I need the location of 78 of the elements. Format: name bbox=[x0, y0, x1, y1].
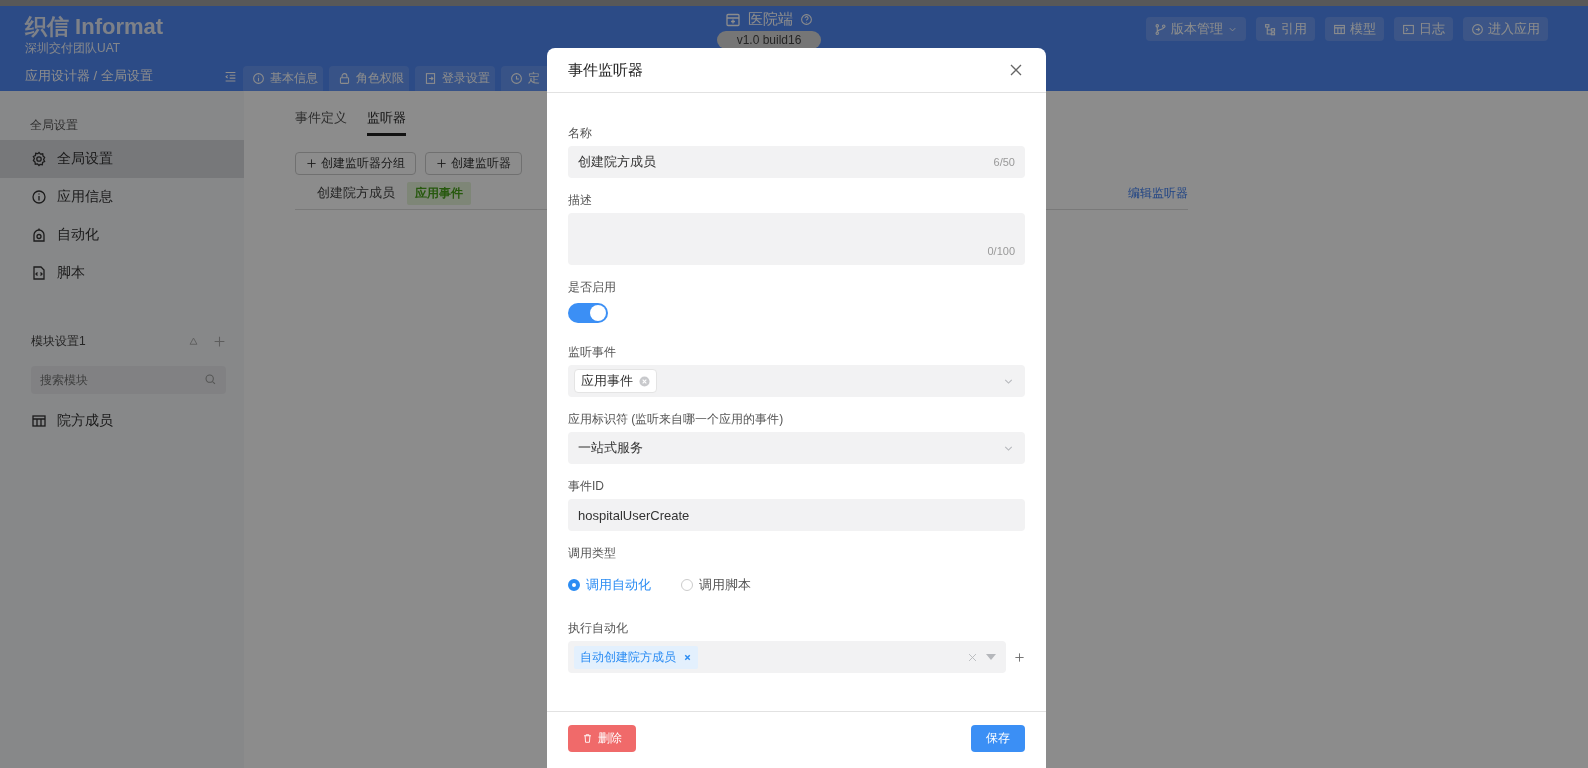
sidebar-item[interactable]: 自动化 bbox=[0, 216, 244, 254]
radio-option[interactable]: 调用脚本 bbox=[681, 576, 751, 594]
multi-select-field[interactable]: 自动创建院方成员 bbox=[568, 641, 1006, 673]
plus-icon bbox=[436, 158, 447, 169]
field-label: 事件ID bbox=[568, 478, 605, 495]
login-icon bbox=[424, 72, 437, 85]
radio-option[interactable]: 调用自动化 bbox=[568, 576, 651, 594]
sidebar-item[interactable]: 全局设置 bbox=[0, 140, 244, 178]
add-icon bbox=[213, 334, 226, 348]
tree-icon bbox=[1264, 22, 1277, 36]
select-field[interactable]: 一站式服务 bbox=[568, 432, 1025, 464]
field-label: 是否启用 bbox=[568, 279, 617, 296]
char-counter: 6/50 bbox=[993, 156, 1015, 168]
listener-name: 创建院方成员 bbox=[317, 184, 395, 202]
section-title: 全局设置 bbox=[29, 117, 79, 134]
radio-button[interactable] bbox=[681, 579, 693, 591]
help-icon bbox=[800, 13, 813, 26]
content-tab[interactable]: 监听器 bbox=[367, 105, 406, 136]
clear-icon bbox=[967, 651, 978, 663]
selected-tag: 应用事件 bbox=[574, 369, 657, 393]
close-icon bbox=[1008, 62, 1024, 78]
field-label: 描述 bbox=[568, 192, 593, 209]
remove-icon[interactable] bbox=[639, 375, 650, 387]
trash-icon bbox=[582, 732, 593, 744]
create-button[interactable]: 创建监听器分组 bbox=[295, 152, 416, 175]
create-button[interactable]: 创建监听器 bbox=[425, 152, 522, 175]
table-icon bbox=[1333, 22, 1346, 36]
terminal-icon bbox=[1402, 22, 1415, 36]
module-group-title: 模块设置1 bbox=[31, 332, 86, 350]
field-label: 监听事件 bbox=[568, 344, 617, 361]
sidebar-item[interactable]: 脚本 bbox=[0, 254, 244, 292]
info-icon bbox=[252, 72, 265, 85]
field-label: 名称 bbox=[568, 125, 593, 142]
content-tab[interactable]: 事件定义 bbox=[295, 105, 347, 136]
sidebar-item[interactable]: 应用信息 bbox=[0, 178, 244, 216]
app-name: 医院端 bbox=[748, 10, 793, 29]
plus-icon bbox=[306, 158, 317, 169]
module-item[interactable]: 院方成员 bbox=[0, 402, 244, 440]
search-icon bbox=[204, 373, 217, 386]
collapse-icon[interactable] bbox=[224, 69, 237, 83]
enter-icon bbox=[1471, 22, 1484, 36]
logo-text: 织信 Informat bbox=[25, 14, 165, 40]
caret-icon bbox=[986, 654, 996, 660]
search-field[interactable]: 搜索模块 bbox=[31, 366, 226, 394]
branch-icon bbox=[1154, 22, 1167, 36]
box-icon bbox=[725, 11, 741, 28]
gear-icon bbox=[31, 151, 47, 167]
clock-icon bbox=[510, 72, 523, 85]
input-field[interactable]: hospitalUserCreate bbox=[568, 499, 1025, 531]
delete-button[interactable]: 删除 bbox=[568, 724, 636, 752]
toggle-switch[interactable] bbox=[568, 303, 608, 323]
table-icon bbox=[31, 413, 47, 429]
field-value: 一站式服务 bbox=[578, 439, 643, 457]
script-icon bbox=[31, 265, 47, 281]
field-label: 应用标识符 (监听来自哪一个应用的事件) bbox=[568, 411, 785, 428]
save-button[interactable]: 保存 bbox=[971, 724, 1025, 752]
edit-link[interactable]: 编辑监听器 bbox=[1128, 184, 1188, 202]
version-badge: v1.0 build16 bbox=[716, 31, 822, 49]
textarea-field[interactable]: 0/100 bbox=[568, 213, 1025, 265]
select-field[interactable]: 应用事件 bbox=[568, 365, 1025, 397]
robot-icon bbox=[31, 227, 47, 243]
info-icon bbox=[31, 189, 47, 205]
char-counter: 0/100 bbox=[987, 245, 1015, 257]
field-value: 创建院方成员 bbox=[578, 153, 657, 171]
lock-icon bbox=[338, 72, 351, 85]
selected-tag: 自动创建院方成员 bbox=[574, 645, 698, 669]
field-label: 调用类型 bbox=[568, 545, 617, 562]
team-name: 深圳交付团队UAT bbox=[25, 40, 122, 57]
field-label: 执行自动化 bbox=[568, 620, 629, 637]
triangle-icon bbox=[188, 335, 199, 347]
radio-button[interactable] bbox=[568, 579, 580, 591]
close-button[interactable] bbox=[1008, 62, 1024, 78]
input-field[interactable]: 创建院方成员 6/50 bbox=[568, 146, 1025, 178]
event-tag: 应用事件 bbox=[407, 181, 471, 205]
breadcrumb: 应用设计器 / 全局设置 bbox=[25, 67, 153, 85]
field-value: hospitalUserCreate bbox=[578, 507, 691, 523]
add-icon bbox=[1014, 651, 1025, 663]
remove-icon[interactable] bbox=[683, 652, 692, 662]
